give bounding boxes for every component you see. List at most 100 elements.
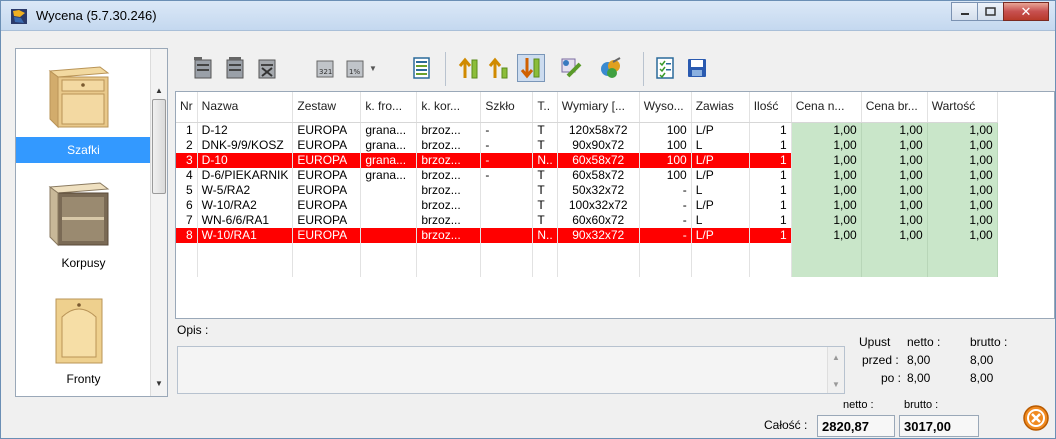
total-netto-value: 2820,87 [817,415,895,437]
toolbar-button-renumber[interactable]: 321 [311,54,339,82]
empty-cell [532,259,558,277]
column-header[interactable]: Zestaw [292,92,362,123]
table-cell-nazwa: DNK-9/9/KOSZ [197,137,294,153]
column-header[interactable]: Nazwa [197,92,294,123]
scroll-thumb[interactable] [152,99,166,194]
sidebar-scrollbar[interactable]: ▲ ▼ [150,49,167,396]
table-cell-t: T [532,137,558,153]
table-cell-zaw: L [691,137,750,153]
items-table: Nr Nazwa Zestaw k. fro... k. kor... Szkł… [176,92,998,277]
toolbar-button-edit-row[interactable] [221,54,249,82]
column-header[interactable]: Ilość [749,92,792,123]
category-fronty[interactable]: Fronty [16,283,151,395]
table-cell-kkor: brzoz... [416,122,482,138]
table-cell-wym: 60x60x72 [557,212,640,228]
column-header[interactable]: Cena br... [861,92,928,123]
table-cell-wym: 60x58x72 [557,152,640,168]
category-korpusy[interactable]: Korpusy [16,167,151,279]
opis-label: Opis : [177,323,209,337]
toolbar-button-add-row[interactable] [189,54,217,82]
table-row[interactable]: 4 D-6/PIEKARNIK EUROPA grana... brzoz... - T 60… [176,167,998,183]
empty-cell [639,242,692,260]
table-cell-szklo [480,227,534,243]
close-button[interactable]: ✕ [1003,2,1049,21]
category-label: Szafki [67,143,100,157]
column-header[interactable]: Wyso... [639,92,692,123]
table-cell-zaw: L/P [691,122,750,138]
table-cell-zestaw: EUROPA [292,152,362,168]
table-cell-cb: 1,00 [861,122,928,138]
table-cell-kfro [360,212,418,228]
table-cell-cn: 1,00 [791,137,862,153]
scroll-down-icon[interactable]: ▼ [832,380,840,389]
column-header[interactable]: Wymiary [... [557,92,640,123]
description-scrollbar[interactable]: ▲ ▼ [827,347,844,393]
table-cell-cn: 1,00 [791,227,862,243]
column-header[interactable]: Wartość [927,92,998,123]
table-row[interactable]: 1 D-12 EUROPA grana... brzoz... - T 120x58x72 10… [176,122,998,138]
column-header[interactable]: k. fro... [360,92,418,123]
discount-netto-label: netto : [907,335,941,349]
toolbar-button-sort-down[interactable] [517,54,545,82]
scroll-down-icon[interactable]: ▼ [151,375,167,392]
empty-cell [791,242,862,260]
table-cell-wart: 1,00 [927,167,998,183]
table-cell-t: N.. [532,152,558,168]
table-cell-wys: - [639,212,692,228]
discount-przed-brutto: 8,00 [970,353,994,367]
table-cell-wart: 1,00 [927,182,998,198]
minimize-icon [960,12,969,15]
column-header[interactable]: k. kor... [416,92,482,123]
items-grid[interactable]: Nr Nazwa Zestaw k. fro... k. kor... Szkł… [175,91,1055,319]
empty-cell [360,259,418,277]
table-row[interactable]: 8 W-10/RA1 EUROPA brzoz... N.. 90x32x72- L/P 1 1… [176,227,998,243]
empty-cell [749,259,792,277]
toolbar-button-checklist[interactable] [651,54,679,82]
column-header[interactable]: Cena n... [791,92,862,123]
column-header[interactable]: Szkło [480,92,534,123]
title-bar[interactable]: Wycena (5.7.30.246) ✕ [1,1,1055,31]
discount-brutto-label: brutto : [970,335,1008,349]
table-row[interactable]: 7 WN-6/6/RA1 EUROPA brzoz... T 60x60x72- L 1 1,0… [176,212,998,228]
table-cell-kkor: brzoz... [416,227,482,243]
toolbar-button-color-tool[interactable] [597,54,625,82]
table-cell-nr: 6 [176,197,198,213]
cancel-action-button[interactable] [1019,402,1053,434]
table-row[interactable]: 6 W-10/RA2 EUROPA brzoz... T 100x32x72- L/P 1 1,… [176,197,998,213]
maximize-icon [985,7,996,16]
table-cell-wart: 1,00 [927,197,998,213]
table-cell-nr: 1 [176,122,198,138]
category-sidebar[interactable]: Szafki Korpusy Fronty ▲ ▼ [15,48,168,397]
category-szafki[interactable]: Szafki [16,51,151,163]
scroll-up-icon[interactable]: ▲ [832,353,840,362]
discount-po-netto: 8,00 [907,371,931,385]
scroll-up-icon[interactable]: ▲ [151,82,167,99]
column-header[interactable]: Nr [176,92,198,123]
table-cell-zestaw: EUROPA [292,182,362,198]
toolbar-button-move-up[interactable] [485,54,513,82]
toolbar-button-delete-row[interactable] [253,54,281,82]
toolbar-button-document[interactable] [407,54,435,82]
empty-cell [861,259,928,277]
toolbar-button-edit-tool[interactable] [557,54,585,82]
discount-upust-label: Upust [859,335,891,349]
table-row[interactable]: 5 W-5/RA2 EUROPA brzoz... T 50x32x72- L 1 1,00 1,… [176,182,998,198]
table-cell-wys: - [639,182,692,198]
column-header[interactable]: Zawias [691,92,750,123]
table-cell-nazwa: W-10/RA2 [197,197,294,213]
table-row[interactable]: 3 D-10 EUROPA grana... brzoz... - N.. 60x58x72 1… [176,152,998,168]
table-cell-kfro [360,182,418,198]
category-label: Fronty [66,372,101,386]
column-header[interactable]: T.. [532,92,558,123]
table-row[interactable]: 2 DNK-9/9/KOSZ EUROPA grana... brzoz... - T 90x… [176,137,998,153]
table-cell-cb: 1,00 [861,137,928,153]
minimize-button[interactable] [951,2,978,21]
toolbar-button-save[interactable] [683,54,711,82]
description-textarea[interactable]: ▲ ▼ [177,346,845,394]
table-cell-wart: 1,00 [927,227,998,243]
empty-cell [197,259,294,277]
maximize-button[interactable] [977,2,1004,21]
toolbar-dropdown-percent[interactable]: ▼ [365,54,381,82]
table-cell-kfro [360,227,418,243]
toolbar-button-move-top[interactable] [455,54,483,82]
